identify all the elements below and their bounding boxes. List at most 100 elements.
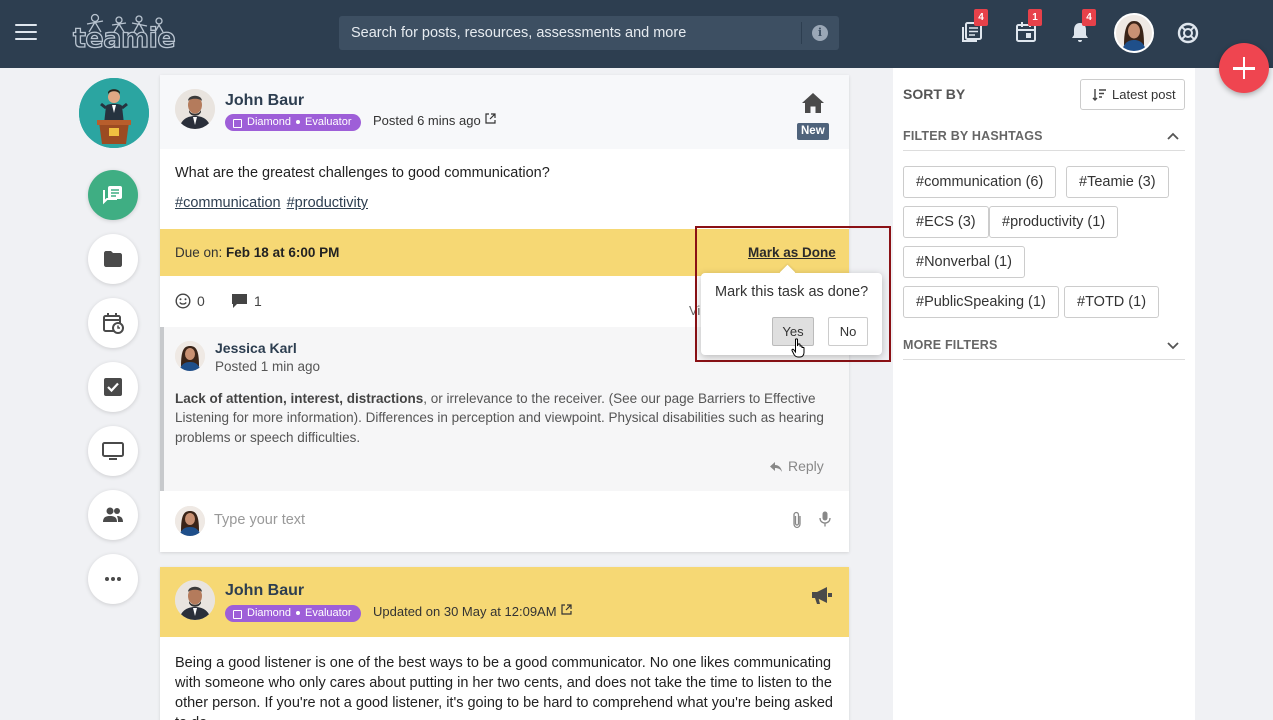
resources-button[interactable]: 4 — [960, 9, 988, 46]
top-bar: teamie Search for posts, resources, asse… — [0, 0, 1273, 68]
user-photo — [1116, 15, 1152, 51]
badge-role: Evaluator — [305, 607, 352, 619]
badge-level: Diamond — [247, 607, 292, 619]
more-dots-icon — [105, 577, 121, 581]
comment-count: 1 — [254, 293, 262, 309]
classroom-avatar[interactable] — [79, 78, 149, 148]
due-date: Due on: Feb 18 at 6:00 PM — [175, 245, 339, 260]
comment-body: Lack of attention, interest, distraction… — [175, 389, 845, 447]
hashtag-link[interactable]: #communication — [175, 195, 281, 211]
help-lifebuoy-icon[interactable] — [1177, 22, 1199, 44]
hashtag-chip[interactable]: #PublicSpeaking (1) — [903, 286, 1059, 318]
rail-more-button[interactable] — [88, 554, 138, 604]
more-filters-title[interactable]: MORE FILTERS — [903, 338, 998, 352]
rail-tasks-button[interactable] — [88, 362, 138, 412]
hashtag-chip[interactable]: #communication (6) — [903, 166, 1057, 198]
post-time-text: Posted 6 mins ago — [373, 113, 481, 128]
commenter-avatar[interactable] — [175, 341, 205, 371]
rail-presentation-button[interactable] — [88, 426, 138, 476]
notifications-badge: 4 — [1082, 9, 1096, 26]
section-divider — [903, 150, 1185, 151]
folder-icon — [104, 251, 122, 267]
post-card: John Baur Diamond Evaluator Updated on 30… — [160, 567, 849, 720]
post-author-name[interactable]: John Baur — [225, 582, 304, 600]
badge-role: Evaluator — [305, 116, 352, 128]
sort-icon — [1092, 89, 1106, 101]
attachment-clip-icon[interactable] — [791, 511, 803, 529]
badge-level: Diamond — [247, 116, 292, 128]
hashtag-chip[interactable]: #Teamie (3) — [1066, 166, 1169, 198]
hashtag-chip[interactable]: #productivity (1) — [989, 206, 1119, 238]
post-hashtags: #communication #productivity — [175, 195, 370, 211]
composer-user-photo — [175, 506, 205, 536]
sort-latest-post-button[interactable]: Latest post — [1080, 79, 1185, 110]
hashtag-link[interactable]: #productivity — [287, 195, 368, 211]
resources-badge: 4 — [974, 9, 988, 26]
reply-label: Reply — [788, 458, 824, 474]
comment-author-name[interactable]: Jessica Karl — [215, 340, 297, 356]
author-photo — [175, 89, 215, 129]
search-bar[interactable]: Search for posts, resources, assessments… — [339, 16, 839, 50]
post-author-name[interactable]: John Baur — [225, 92, 304, 110]
comments-button[interactable]: 1 — [231, 293, 262, 309]
external-link-icon — [485, 113, 496, 124]
post-updated-text: Updated on 30 May at 12:09AM — [373, 604, 557, 619]
hashtag-chip[interactable]: #ECS (3) — [903, 206, 989, 238]
create-fab-button[interactable] — [1219, 43, 1269, 93]
hashtag-chip[interactable]: #Nonverbal (1) — [903, 246, 1025, 278]
post-header: John Baur Diamond Evaluator Updated on 30… — [160, 567, 849, 637]
logo-text: teamie — [72, 22, 176, 54]
user-avatar[interactable] — [1114, 13, 1154, 53]
hamburger-menu-icon[interactable] — [15, 24, 37, 42]
post-text: Being a good listener is one of the best… — [175, 655, 834, 720]
smiley-icon — [175, 293, 191, 309]
rail-schedule-button[interactable] — [88, 298, 138, 348]
rail-folders-button[interactable] — [88, 234, 138, 284]
search-input[interactable]: Search for posts, resources, assessments… — [351, 25, 686, 41]
hashtag-chip[interactable]: #TOTD (1) — [1064, 286, 1160, 318]
external-link-icon — [560, 604, 572, 615]
sort-button-label: Latest post — [1112, 87, 1176, 102]
teamie-logo[interactable]: teamie — [72, 12, 176, 55]
calendar-clock-icon — [103, 313, 124, 334]
chevron-up-icon[interactable] — [1167, 132, 1179, 140]
due-value: Feb 18 at 6:00 PM — [226, 245, 340, 260]
info-icon[interactable]: i — [812, 25, 828, 41]
comment-icon — [232, 294, 247, 308]
search-divider — [801, 22, 802, 44]
comment-input[interactable]: Type your text — [214, 512, 305, 528]
author-badge-pill: Diamond Evaluator — [225, 114, 361, 131]
reply-arrow-icon — [770, 462, 782, 472]
microphone-icon[interactable] — [819, 511, 831, 527]
author-badge-pill: Diamond Evaluator — [225, 605, 361, 622]
author-photo — [175, 580, 215, 620]
post-text: What are the greatest challenges to good… — [175, 165, 550, 181]
home-icon — [802, 93, 824, 113]
newsfeed-icon — [103, 186, 122, 205]
chevron-down-icon[interactable] — [1167, 342, 1179, 350]
rail-newsfeed-button[interactable] — [88, 170, 138, 220]
composer-avatar — [175, 506, 205, 536]
megaphone-icon — [812, 587, 832, 604]
author-avatar[interactable] — [175, 89, 215, 129]
filter-panel: SORT BY Latest post FILTER BY HASHTAGS #… — [893, 68, 1195, 720]
post-timestamp[interactable]: Updated on 30 May at 12:09AM — [373, 604, 572, 619]
post-timestamp[interactable]: Posted 6 mins ago — [373, 113, 496, 128]
calendar-badge: 1 — [1028, 9, 1042, 26]
author-avatar[interactable] — [175, 580, 215, 620]
section-divider — [903, 359, 1185, 360]
react-button[interactable]: 0 — [175, 293, 205, 309]
filter-by-hashtags-title[interactable]: FILTER BY HASHTAGS — [903, 129, 1043, 143]
comment-timestamp: Posted 1 min ago — [215, 359, 321, 374]
due-label: Due on: — [175, 245, 227, 260]
reply-button[interactable]: Reply — [769, 458, 824, 474]
monitor-icon — [102, 442, 124, 460]
hand-cursor-icon — [791, 338, 805, 358]
confirm-no-button[interactable]: No — [828, 317, 868, 346]
reaction-count: 0 — [197, 293, 205, 309]
confirm-question: Mark this task as done? — [715, 284, 869, 300]
rail-people-button[interactable] — [88, 490, 138, 540]
notifications-button[interactable]: 4 — [1068, 9, 1096, 46]
commenter-photo — [175, 341, 205, 371]
calendar-button[interactable]: 1 — [1014, 9, 1042, 46]
